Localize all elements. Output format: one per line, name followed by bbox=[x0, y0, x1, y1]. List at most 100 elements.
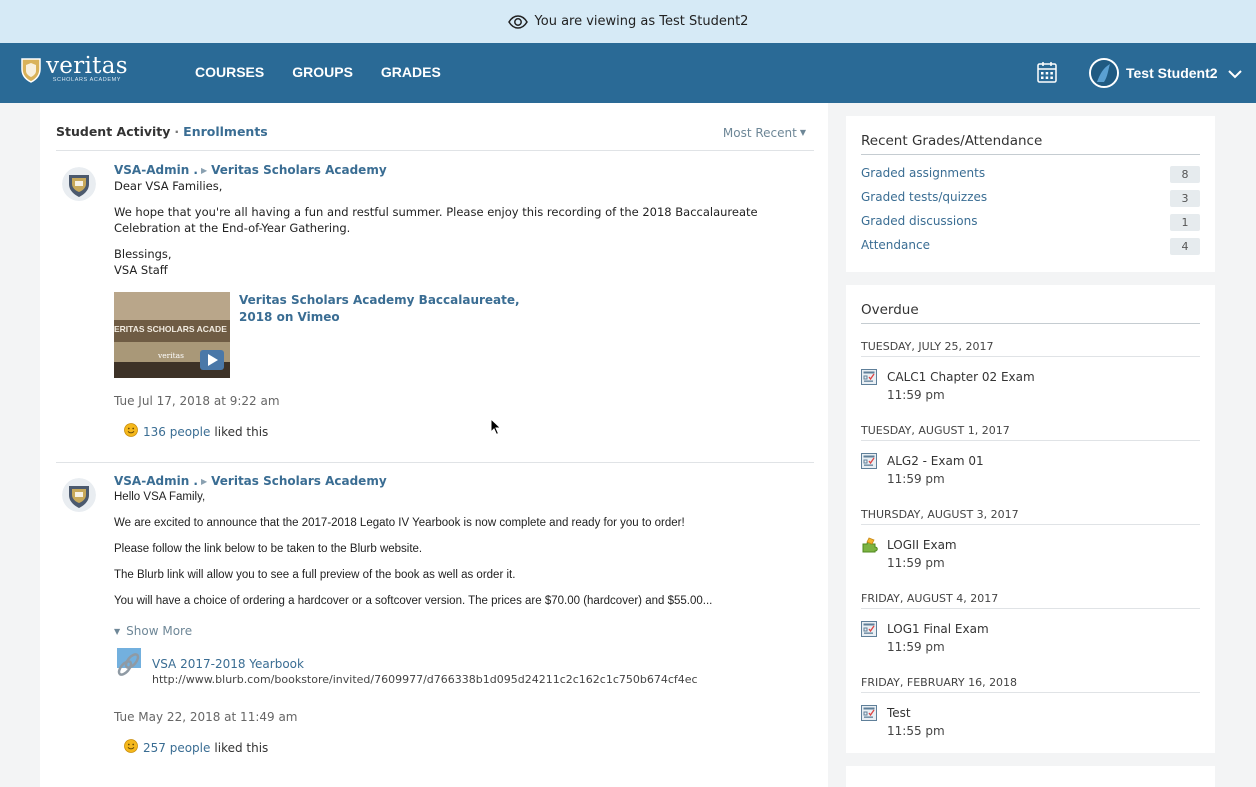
post-paragraph: Please follow the link below to be taken… bbox=[114, 543, 423, 555]
nav-courses[interactable]: COURSES bbox=[195, 64, 264, 80]
veritas-logo[interactable]: veritas SCHOLARS ACADEMY bbox=[20, 53, 128, 88]
overdue-item[interactable]: LOG1 Final Exam 11:59 pm bbox=[861, 621, 1200, 655]
post-greeting: Hello VSA Family, bbox=[114, 491, 206, 503]
overdue-item-time: 11:59 pm bbox=[887, 556, 945, 570]
mouse-cursor-icon bbox=[490, 417, 502, 441]
crest-avatar[interactable] bbox=[62, 167, 96, 201]
post-signoff: Blessings, VSA Staff bbox=[114, 246, 814, 278]
overdue-panel: Overdue TUESDAY, JULY 25, 2017 CALC1 Cha… bbox=[846, 285, 1215, 753]
overdue-item-time: 11:59 pm bbox=[887, 472, 945, 486]
post-paragraph: The Blurb link will allow you to see a f… bbox=[114, 569, 516, 581]
crest-avatar[interactable] bbox=[62, 478, 96, 512]
post-group[interactable]: Veritas Scholars Academy bbox=[211, 163, 387, 177]
post-paragraph: We are excited to announce that the 2017… bbox=[114, 517, 685, 529]
triangle-right-icon: ▶ bbox=[200, 166, 208, 175]
post: VSA-Admin . ▶ Veritas Scholars Academy Hel… bbox=[56, 464, 814, 787]
link-attachment: VSA 2017-2018 Yearbook http://www.blurb.… bbox=[114, 648, 814, 688]
link-url[interactable]: http://www.blurb.com/bookstore/invited/7… bbox=[152, 673, 698, 686]
post: VSA-Admin . ▶ Veritas Scholars Academy Dea… bbox=[56, 153, 814, 463]
grade-label: Graded discussions bbox=[861, 214, 978, 228]
recent-grades-panel: Recent Grades/Attendance Graded assignme… bbox=[846, 116, 1215, 272]
caret-down-icon: ▼ bbox=[114, 627, 121, 636]
overdue-item-name: ALG2 - Exam 01 bbox=[887, 454, 984, 468]
overdue-item-name: LOG1 Final Exam bbox=[887, 622, 989, 636]
count-badge: 4 bbox=[1170, 238, 1200, 255]
grade-row[interactable]: Graded discussions 1 bbox=[861, 214, 1200, 231]
overdue-date: FRIDAY, FEBRUARY 16, 2018 bbox=[861, 676, 1200, 693]
post-paragraph: You will have a choice of ordering a har… bbox=[114, 595, 713, 607]
activity-feed: Student Activity · Enrollments Most Rece… bbox=[40, 103, 828, 787]
likes-row: 257 people liked this bbox=[114, 739, 814, 756]
thumb-logo: veritas bbox=[157, 351, 184, 360]
overdue-date: FRIDAY, AUGUST 4, 2017 bbox=[861, 592, 1200, 609]
quiz-icon bbox=[861, 369, 877, 389]
video-title[interactable]: Veritas Scholars Academy Baccalaureate, … bbox=[239, 292, 539, 326]
grade-label: Attendance bbox=[861, 238, 930, 252]
post-author[interactable]: VSA-Admin . bbox=[114, 474, 198, 488]
post-group[interactable]: Veritas Scholars Academy bbox=[211, 474, 387, 488]
overdue-item-name: LOGII Exam bbox=[887, 538, 957, 552]
overdue-item-time: 11:59 pm bbox=[887, 640, 945, 654]
title-separator: · bbox=[174, 124, 180, 139]
nav-grades[interactable]: GRADES bbox=[381, 64, 441, 80]
post-paragraph: We hope that you're all having a fun and… bbox=[114, 205, 758, 235]
overdue-item-name: Test bbox=[887, 706, 911, 720]
view-as-text: You are viewing as Test Student2 bbox=[534, 14, 749, 29]
show-more-button[interactable]: ▼ Show More bbox=[114, 624, 814, 638]
post-timestamp: Tue Jul 17, 2018 at 9:22 am bbox=[114, 394, 280, 408]
panel-title: Overdue bbox=[861, 302, 1200, 324]
count-badge: 3 bbox=[1170, 190, 1200, 207]
post-author[interactable]: VSA-Admin . bbox=[114, 163, 198, 177]
chevron-down-icon[interactable] bbox=[1228, 66, 1242, 84]
grade-row[interactable]: Graded tests/quizzes 3 bbox=[861, 190, 1200, 207]
post-timestamp: Tue May 22, 2018 at 11:49 am bbox=[114, 710, 298, 724]
show-more-label: Show More bbox=[126, 624, 193, 638]
likes-link[interactable]: 257 people bbox=[143, 741, 210, 755]
video-attachment: ERITAS SCHOLARS ACADE veritas Veritas Sc… bbox=[114, 292, 814, 378]
likes-suffix: liked this bbox=[214, 740, 269, 755]
likes-row: 136 people liked this bbox=[114, 423, 814, 440]
activity-header: Student Activity · Enrollments Most Rece… bbox=[56, 124, 814, 151]
grade-label: Graded tests/quizzes bbox=[861, 190, 988, 204]
logo-wordmark: veritas bbox=[46, 53, 128, 79]
overdue-item[interactable]: ALG2 - Exam 01 11:59 pm bbox=[861, 453, 1200, 487]
triangle-right-icon: ▶ bbox=[200, 477, 208, 486]
panel-title: Recent Grades/Attendance bbox=[861, 133, 1200, 155]
signoff-line: Blessings, bbox=[114, 247, 172, 261]
user-avatar[interactable] bbox=[1089, 58, 1119, 88]
post-header: VSA-Admin . ▶ Veritas Scholars Academy bbox=[114, 474, 814, 490]
caret-down-icon: ▼ bbox=[799, 128, 806, 137]
logo-subtitle: SCHOLARS ACADEMY bbox=[52, 77, 122, 83]
view-as-banner: You are viewing as Test Student2 bbox=[0, 0, 1256, 43]
signoff-line: VSA Staff bbox=[114, 263, 168, 277]
nav-groups[interactable]: GROUPS bbox=[292, 64, 353, 80]
grade-row[interactable]: Attendance 4 bbox=[861, 238, 1200, 255]
overdue-item[interactable]: Test 11:55 pm bbox=[861, 705, 1200, 739]
post-header: VSA-Admin . ▶ Veritas Scholars Academy bbox=[114, 163, 814, 179]
top-nav: veritas SCHOLARS ACADEMY COURSES GROUPS … bbox=[0, 43, 1256, 103]
post-body: VSA-Admin . ▶ Veritas Scholars Academy Dea… bbox=[114, 163, 814, 440]
link-title[interactable]: VSA 2017-2018 Yearbook bbox=[152, 657, 304, 671]
quiz-icon bbox=[861, 621, 877, 641]
count-badge: 8 bbox=[1170, 166, 1200, 183]
overdue-date: THURSDAY, AUGUST 3, 2017 bbox=[861, 508, 1200, 525]
enrollments-link[interactable]: Enrollments bbox=[183, 124, 268, 139]
post-body: VSA-Admin . ▶ Veritas Scholars Academy Hel… bbox=[114, 474, 814, 756]
smile-icon bbox=[124, 423, 138, 440]
activity-title: Student Activity bbox=[56, 124, 171, 139]
user-name[interactable]: Test Student2 bbox=[1126, 65, 1218, 81]
upcoming-panel bbox=[846, 766, 1215, 787]
overdue-item[interactable]: LOGII Exam 11:59 pm bbox=[861, 537, 1200, 571]
sort-label: Most Recent bbox=[722, 126, 797, 140]
eye-icon bbox=[507, 14, 528, 29]
grade-row[interactable]: Graded assignments 8 bbox=[861, 166, 1200, 183]
video-thumbnail[interactable]: ERITAS SCHOLARS ACADE veritas bbox=[114, 292, 230, 378]
calendar-icon[interactable] bbox=[1037, 61, 1057, 88]
overdue-item[interactable]: CALC1 Chapter 02 Exam 11:59 pm bbox=[861, 369, 1200, 403]
post-greeting: Dear VSA Families, bbox=[114, 179, 223, 193]
overdue-date: TUESDAY, AUGUST 1, 2017 bbox=[861, 424, 1200, 441]
likes-link[interactable]: 136 people bbox=[143, 425, 210, 439]
overdue-item-time: 11:59 pm bbox=[887, 388, 945, 402]
sort-dropdown[interactable]: Most Recent ▼ bbox=[723, 126, 806, 140]
count-badge: 1 bbox=[1170, 214, 1200, 231]
